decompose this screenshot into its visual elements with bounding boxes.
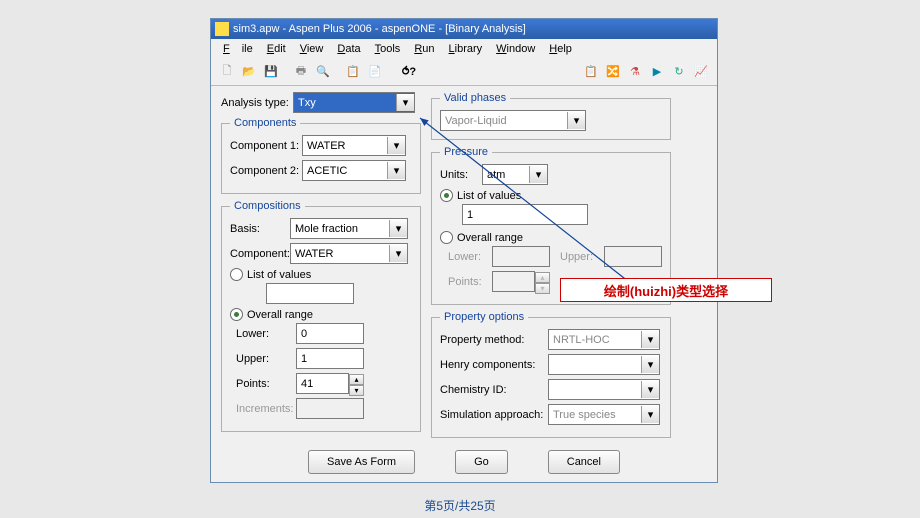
pres-list-radio[interactable]: List of values <box>440 189 662 202</box>
components-legend: Components <box>230 117 300 129</box>
method-label: Property method: <box>440 334 548 346</box>
save-icon[interactable]: 💾 <box>263 63 279 79</box>
validphases-select[interactable]: Vapor-Liquid▾ <box>440 110 586 131</box>
upper-label: Upper: <box>236 353 296 365</box>
points-spinner[interactable]: ▴▾ <box>349 374 364 393</box>
component1-select[interactable]: WATER▾ <box>302 135 406 156</box>
menu-edit[interactable]: Edit <box>261 41 292 57</box>
comp-list-radio[interactable]: List of values <box>230 268 412 281</box>
callout-box: 绘制(huizhi)类型选择 <box>560 278 772 302</box>
title-text: sim3.apw - Aspen Plus 2006 - aspenONE - … <box>233 23 526 35</box>
basis-label: Basis: <box>230 223 290 235</box>
menu-data[interactable]: Data <box>331 41 366 57</box>
lower-label: Lower: <box>236 328 296 340</box>
form-icon[interactable]: 📋 <box>583 63 599 79</box>
open-icon[interactable]: 📂 <box>241 63 257 79</box>
pres-points-input <box>492 271 535 292</box>
basis-select[interactable]: Mole fraction▾ <box>290 218 408 239</box>
points-label: Points: <box>236 378 296 390</box>
stream-icon[interactable]: ⚗ <box>627 63 643 79</box>
chart-icon[interactable]: 📈 <box>693 63 709 79</box>
menu-run[interactable]: Run <box>408 41 440 57</box>
new-icon[interactable]: 🗋 <box>219 63 235 79</box>
compositions-group: Compositions Basis: Mole fraction▾ Compo… <box>221 200 421 432</box>
paste-icon[interactable]: 📄 <box>367 63 383 79</box>
comp-select[interactable]: WATER▾ <box>290 243 408 264</box>
method-select[interactable]: NRTL-HOC▾ <box>548 329 660 350</box>
units-select[interactable]: atm▾ <box>482 164 548 185</box>
app-icon <box>215 22 229 36</box>
comp-label: Component: <box>230 248 290 260</box>
next-icon[interactable]: ▶ <box>649 63 665 79</box>
menu-file[interactable]: File <box>217 41 259 57</box>
sim-label: Simulation approach: <box>440 409 548 421</box>
upper-input[interactable]: 1 <box>296 348 364 369</box>
henry-select[interactable]: ▾ <box>548 354 660 375</box>
incr-input <box>296 398 364 419</box>
pres-upper-input <box>604 246 662 267</box>
app-window: sim3.apw - Aspen Plus 2006 - aspenONE - … <box>210 18 718 483</box>
sim-select[interactable]: True species▾ <box>548 404 660 425</box>
help-icon[interactable]: ⥀? <box>401 63 417 79</box>
toolbar: 🗋 📂 💾 🖶 🔍 📋 📄 ⥀? 📋 🔀 ⚗ ▶ ↻ 📈 <box>211 59 717 86</box>
validphases-legend: Valid phases <box>440 92 510 104</box>
print-icon[interactable]: 🖶 <box>293 63 309 79</box>
copy-icon[interactable]: 📋 <box>345 63 361 79</box>
pres-points-label: Points: <box>448 276 492 288</box>
incr-label: Increments: <box>236 403 296 415</box>
validphases-group: Valid phases Vapor-Liquid▾ <box>431 92 671 140</box>
pres-lower-label: Lower: <box>448 251 492 263</box>
analysis-type-label: Analysis type: <box>221 97 293 109</box>
lower-input[interactable]: 0 <box>296 323 364 344</box>
pres-upper-label: Upper: <box>560 251 604 263</box>
component2-select[interactable]: ACETIC▾ <box>302 160 406 181</box>
save-as-form-button[interactable]: Save As Form <box>308 450 415 474</box>
henry-label: Henry components: <box>440 359 548 371</box>
component1-label: Component 1: <box>230 140 302 152</box>
tree-icon[interactable]: 🔀 <box>605 63 621 79</box>
points-input[interactable]: 41 <box>296 373 349 394</box>
go-button[interactable]: Go <box>455 450 508 474</box>
run-icon[interactable]: ↻ <box>671 63 687 79</box>
menu-window[interactable]: Window <box>490 41 541 57</box>
dropdown-icon: ▾ <box>396 94 414 111</box>
chem-label: Chemistry ID: <box>440 384 548 396</box>
menu-tools[interactable]: Tools <box>369 41 407 57</box>
units-label: Units: <box>440 169 482 181</box>
pres-points-spinner: ▴▾ <box>535 272 550 291</box>
title-bar: sim3.apw - Aspen Plus 2006 - aspenONE - … <box>211 19 717 39</box>
analysis-type-select[interactable]: Txy▾ <box>293 92 415 113</box>
menu-library[interactable]: Library <box>443 41 489 57</box>
components-group: Components Component 1: WATER▾ Component… <box>221 117 421 194</box>
component2-label: Component 2: <box>230 165 302 177</box>
chem-select[interactable]: ▾ <box>548 379 660 400</box>
menu-help[interactable]: Help <box>543 41 578 57</box>
page-footer: 第5页/共25页 <box>0 497 920 514</box>
pressure-legend: Pressure <box>440 146 492 158</box>
menu-view[interactable]: View <box>294 41 330 57</box>
comp-overall-radio[interactable]: Overall range <box>230 308 412 321</box>
compositions-legend: Compositions <box>230 200 305 212</box>
pres-lower-input <box>492 246 550 267</box>
propopts-legend: Property options <box>440 311 528 323</box>
pres-list-input[interactable]: 1 <box>462 204 588 225</box>
propopts-group: Property options Property method: NRTL-H… <box>431 311 671 438</box>
pres-overall-radio[interactable]: Overall range <box>440 231 662 244</box>
cancel-button[interactable]: Cancel <box>548 450 620 474</box>
preview-icon[interactable]: 🔍 <box>315 63 331 79</box>
comp-list-input[interactable] <box>266 283 354 304</box>
menu-bar: File Edit View Data Tools Run Library Wi… <box>211 39 717 59</box>
